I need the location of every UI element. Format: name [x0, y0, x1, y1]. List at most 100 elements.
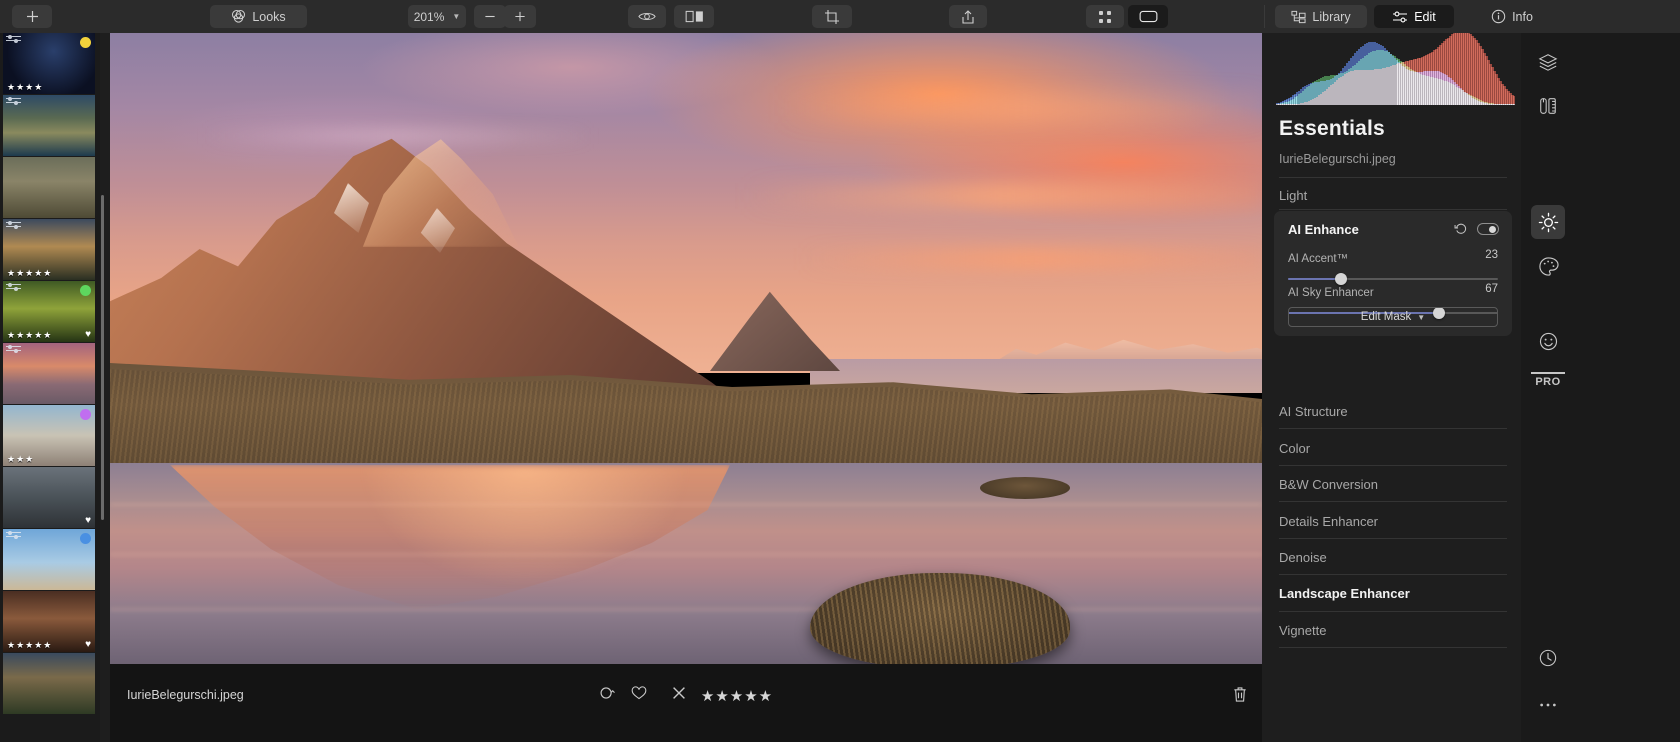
- filter-item-landscape-enhancer[interactable]: Landscape Enhancer: [1279, 586, 1410, 601]
- color-label-icon[interactable]: [599, 686, 616, 705]
- filter-item-vignette[interactable]: Vignette: [1279, 623, 1326, 638]
- filter-item-ai-structure[interactable]: AI Structure: [1279, 404, 1348, 419]
- add-button[interactable]: [12, 5, 52, 28]
- grid-view-button[interactable]: [1086, 5, 1124, 28]
- rating-controls: ★★★★★: [110, 686, 1262, 705]
- toolbar-divider: [1264, 5, 1265, 28]
- filter-item-light[interactable]: Light: [1279, 188, 1307, 203]
- adjustments-badge-icon: [6, 98, 21, 110]
- color-label-dot: [80, 285, 91, 296]
- histogram: [1276, 33, 1515, 105]
- share-button[interactable]: [949, 5, 987, 28]
- pro-badge: PRO: [1531, 372, 1565, 388]
- ai-enhance-toggle[interactable]: [1477, 223, 1499, 235]
- adjustments-badge-icon: [6, 284, 21, 296]
- reject-x-icon[interactable]: [672, 686, 686, 705]
- thumbnail-image: [3, 157, 95, 218]
- bottom-status-bar: IurieBelegurschi.jpeg ★★★★★: [110, 664, 1262, 742]
- filmstrip-thumbnail[interactable]: ★★★★: [3, 33, 95, 94]
- filmstrip-thumbnail[interactable]: [3, 157, 95, 218]
- thumbnail-image: [3, 467, 95, 528]
- eye-icon: [638, 10, 656, 23]
- crop-icon: [824, 9, 840, 25]
- filmstrip-thumbnail[interactable]: ★★★★★♥: [3, 281, 95, 342]
- tab-library[interactable]: Library: [1275, 5, 1367, 28]
- portrait-face-icon[interactable]: [1531, 324, 1565, 358]
- single-view-button[interactable]: [1128, 5, 1168, 28]
- trash-icon[interactable]: [1232, 686, 1248, 708]
- slider-ai-accent[interactable]: AI Accent™ 23: [1288, 249, 1498, 280]
- filter-item-denoise[interactable]: Denoise: [1279, 550, 1327, 565]
- crop-button[interactable]: [812, 5, 852, 28]
- slider-ai-sky-value: 67: [1485, 283, 1498, 295]
- looks-icon: [231, 9, 246, 24]
- slider-ai-sky-label: AI Sky Enhancer: [1288, 287, 1374, 299]
- pro-badge-label: PRO: [1535, 376, 1560, 388]
- filter-item-bw-conversion[interactable]: B&W Conversion: [1279, 477, 1378, 492]
- tab-info[interactable]: Info: [1472, 5, 1552, 28]
- adjustments-badge-icon: [6, 532, 21, 544]
- thumbnail-favorite-icon: ♥: [85, 640, 91, 650]
- tools-icon[interactable]: [1531, 89, 1565, 123]
- filmstrip-thumbnail[interactable]: [3, 653, 95, 714]
- filter-item-color[interactable]: Color: [1279, 441, 1310, 456]
- thumbnail-image: [3, 653, 95, 714]
- chevron-down-icon: ▼: [452, 12, 460, 21]
- star-rating[interactable]: ★★★★★: [701, 687, 773, 705]
- thumbnail-stars: ★★★★★: [7, 269, 52, 278]
- before-after-icon: [685, 10, 704, 23]
- tab-info-label: Info: [1512, 10, 1533, 24]
- filmstrip-thumbnail[interactable]: ★★★: [3, 405, 95, 466]
- ai-enhance-card: AI Enhance AI Accent™ 23 AI Sky Enhancer…: [1274, 211, 1512, 336]
- color-label-dot: [80, 533, 91, 544]
- preview-toggle-button[interactable]: [628, 5, 666, 28]
- filmstrip-thumbnail[interactable]: ★★★★★ ♥: [3, 591, 95, 652]
- slider-ai-accent-track[interactable]: [1288, 278, 1498, 280]
- thumbnail-stars: ★★★★★: [7, 641, 52, 650]
- edit-mask-label: Edit Mask: [1361, 311, 1412, 323]
- share-icon: [961, 9, 975, 25]
- sliders-icon: [1392, 10, 1408, 24]
- more-dots-icon[interactable]: [1531, 688, 1565, 722]
- library-icon: [1291, 10, 1306, 24]
- edit-sun-icon[interactable]: [1531, 205, 1565, 239]
- filmstrip-thumbnail[interactable]: [3, 343, 95, 404]
- small-grass-island: [980, 477, 1070, 499]
- color-label-dot: [80, 409, 91, 420]
- image-canvas[interactable]: [110, 33, 1262, 664]
- compare-before-after-button[interactable]: [674, 5, 714, 28]
- history-clock-icon[interactable]: [1531, 641, 1565, 675]
- info-icon: [1491, 9, 1506, 24]
- filmstrip[interactable]: ★★★★★★★★★★★★★★♥★★★♥★★★★★♥: [0, 33, 100, 742]
- filmstrip-thumbnail[interactable]: [3, 529, 95, 590]
- zoom-level-value: 201%: [414, 10, 445, 24]
- filter-item-details-enhancer[interactable]: Details Enhancer: [1279, 514, 1378, 529]
- layers-icon[interactable]: [1531, 45, 1565, 79]
- tab-library-label: Library: [1312, 10, 1350, 24]
- single-view-icon: [1139, 10, 1158, 23]
- looks-label: Looks: [252, 10, 285, 24]
- filmstrip-thumbnail[interactable]: ♥: [3, 467, 95, 528]
- filmstrip-thumbnail[interactable]: [3, 95, 95, 156]
- color-palette-icon[interactable]: [1531, 249, 1565, 283]
- heart-icon[interactable]: [631, 686, 647, 705]
- filmstrip-thumbnail[interactable]: ★★★★★: [3, 219, 95, 280]
- color-label-dot: [80, 37, 91, 48]
- slider-ai-accent-label: AI Accent™: [1288, 253, 1348, 265]
- filmstrip-scrollbar[interactable]: [101, 195, 104, 520]
- plus-icon: [514, 10, 526, 23]
- photo-vestrahorn-reflection: [110, 33, 1262, 664]
- zoom-level-dropdown[interactable]: 201% ▼: [408, 5, 466, 28]
- slider-ai-accent-value: 23: [1485, 249, 1498, 261]
- page-title: Essentials: [1279, 117, 1385, 141]
- looks-button[interactable]: Looks: [210, 5, 307, 28]
- photo-editor-window: Looks 201% ▼: [0, 0, 1680, 742]
- thumbnail-stars: ★★★★: [7, 83, 43, 92]
- zoom-in-button[interactable]: [504, 5, 536, 28]
- edit-mask-button[interactable]: Edit Mask ▼: [1288, 307, 1498, 327]
- tab-edit[interactable]: Edit: [1374, 5, 1454, 28]
- reset-icon[interactable]: [1454, 222, 1468, 241]
- adjustments-badge-icon: [6, 222, 21, 234]
- zoom-out-button[interactable]: [474, 5, 506, 28]
- chevron-down-icon: ▼: [1417, 313, 1425, 322]
